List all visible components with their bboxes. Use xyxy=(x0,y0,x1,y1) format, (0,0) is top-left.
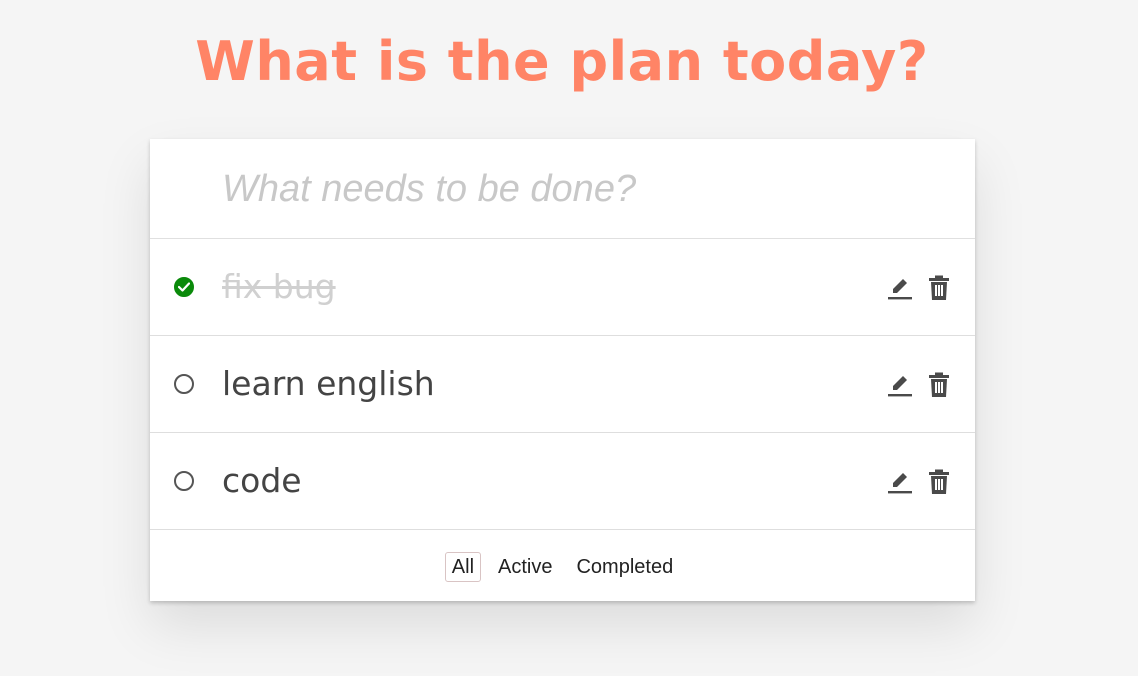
todo-item: learn english xyxy=(150,336,975,433)
pencil-icon[interactable] xyxy=(887,372,913,398)
trash-icon[interactable] xyxy=(927,275,951,301)
pencil-icon[interactable] xyxy=(887,275,913,301)
check-circle-icon[interactable] xyxy=(174,277,194,297)
filter-completed[interactable]: Completed xyxy=(569,552,680,582)
page-title: What is the plan today? xyxy=(195,30,929,93)
circle-icon[interactable] xyxy=(174,471,194,491)
filter-bar: All Active Completed xyxy=(150,552,975,582)
todo-label: code xyxy=(222,461,302,500)
pencil-icon[interactable] xyxy=(887,469,913,495)
todo-label: fix bug xyxy=(222,267,336,306)
trash-icon[interactable] xyxy=(927,372,951,398)
filter-all[interactable]: All xyxy=(444,552,482,582)
circle-icon[interactable] xyxy=(174,374,194,394)
todo-item: code xyxy=(150,433,975,530)
todo-app: fix bug learn english xyxy=(150,139,975,601)
filter-active[interactable]: Active xyxy=(491,552,559,582)
trash-icon[interactable] xyxy=(927,469,951,495)
new-todo-section xyxy=(150,139,975,239)
todo-label: learn english xyxy=(222,364,435,403)
todo-footer: All Active Completed xyxy=(150,530,975,601)
new-todo-input[interactable] xyxy=(222,165,942,213)
todo-item: fix bug xyxy=(150,239,975,336)
